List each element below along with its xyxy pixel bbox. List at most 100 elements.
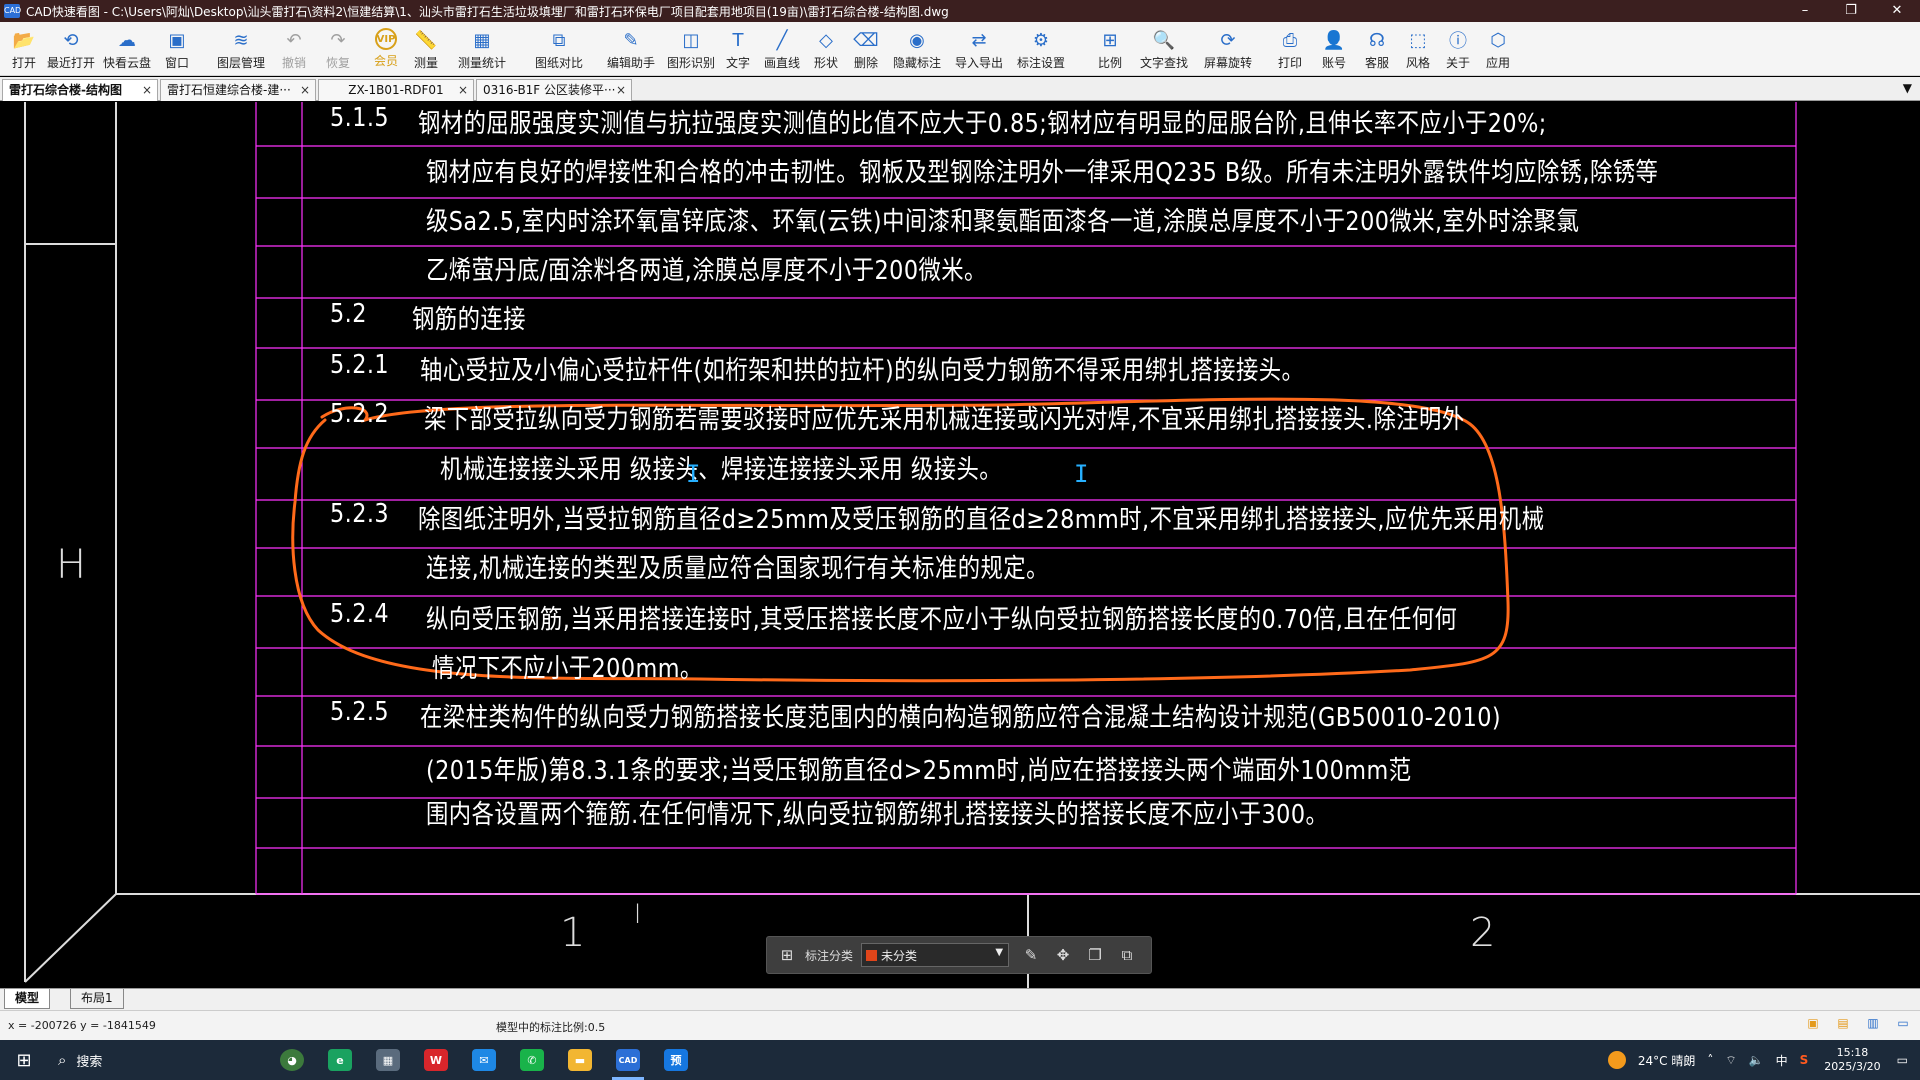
chevron-up-icon[interactable]: ˄ xyxy=(1707,1053,1713,1067)
ime-indicator[interactable]: 中 xyxy=(1776,1052,1788,1069)
paste-annotation-icon[interactable]: ⧉ xyxy=(1115,946,1139,964)
taskbar-app-file-explorer[interactable]: ▬ xyxy=(556,1040,604,1080)
toolbar-button-shape-recognition[interactable]: ◫ 图形识别 xyxy=(664,22,718,76)
volume-icon[interactable]: 🔈 xyxy=(1749,1053,1764,1067)
toolbar-button-scale[interactable]: ⊞ 比例 xyxy=(1088,22,1132,76)
toolbar-button-eraser[interactable]: ⌫ 删除 xyxy=(846,22,886,76)
taskbar-app-wechat[interactable]: ✆ xyxy=(508,1040,556,1080)
tab-close-icon[interactable]: × xyxy=(142,80,152,100)
toolbar-button-edit-assistant[interactable]: ✎ 编辑助手 xyxy=(598,22,664,76)
status-tool-icon[interactable]: ▤ xyxy=(1834,1016,1852,1032)
toolbar-button-line[interactable]: ╱ 画直线 xyxy=(758,22,806,76)
redo-icon: ↷ xyxy=(330,29,346,51)
taskbar-search[interactable]: ⌕ 搜索 xyxy=(48,1040,268,1080)
toolbar-button-annotation-settings[interactable]: ⚙ 标注设置 xyxy=(1010,22,1072,76)
measure-icon: 📏 xyxy=(414,29,438,51)
spec-text-line: (2015年版)第8.3.1条的要求;当受压钢筋直径d>25mm时,尚应在搭接接… xyxy=(426,756,1412,786)
style-icon: ⬚ xyxy=(1409,29,1427,51)
taskbar-app-edge[interactable]: e xyxy=(316,1040,364,1080)
toolbar-button-style[interactable]: ⬚ 风格 xyxy=(1398,22,1438,76)
weather-text[interactable]: 24°C 晴朗 xyxy=(1638,1052,1695,1069)
toolbar-button-measure-stats[interactable]: ▦ 测量统计 xyxy=(454,22,510,76)
tab-architectural-drawing[interactable]: 雷打石恒建综合楼-建··· × xyxy=(160,79,316,101)
copy-annotation-icon[interactable]: ❐ xyxy=(1083,946,1107,964)
toolbar-button-text-search[interactable]: 🔍 文字查找 xyxy=(1132,22,1196,76)
toolbar-button-text[interactable]: T 文字 xyxy=(718,22,758,76)
move-annotation-icon[interactable]: ✥ xyxy=(1051,946,1075,964)
tab-label: 雷打石综合楼-结构图 xyxy=(9,83,122,97)
taskbar-app-bird-app[interactable]: ✉ xyxy=(460,1040,508,1080)
toolbar-button-print[interactable]: ⎙ 打印 xyxy=(1268,22,1312,76)
tab-close-icon[interactable]: × xyxy=(458,80,468,100)
app-window: CAD CAD快速看图 - C:\Users\阿灿\Desktop\汕头雷打石\… xyxy=(0,0,1920,1080)
toolbar-button-folder[interactable]: 📂 打开 xyxy=(4,22,44,76)
toolbar-button-redo[interactable]: ↷ 恢复 xyxy=(316,22,360,76)
tab-zx-drawing[interactable]: ZX-1B01-RDF01 × xyxy=(318,79,474,101)
toolbar-button-window[interactable]: ▣ 窗口 xyxy=(156,22,198,76)
toolbar-button-vip[interactable]: VIP 会员 xyxy=(366,22,406,76)
system-clock[interactable]: 15:18 2025/3/20 xyxy=(1824,1046,1880,1074)
account-icon: 👤 xyxy=(1322,29,1346,51)
folder-icon: 📂 xyxy=(12,29,36,51)
network-icon[interactable]: ⌔ xyxy=(1725,1053,1736,1068)
toolbar-button-apps[interactable]: ⬡ 应用 xyxy=(1478,22,1518,76)
grid-icon[interactable]: ⊞ xyxy=(775,946,799,964)
toolbar-button-import-export[interactable]: ⇄ 导入导出 xyxy=(948,22,1010,76)
taskbar-app-calculator[interactable]: ▦ xyxy=(364,1040,412,1080)
spec-text-line: 乙烯萤丹底/面涂料各两道,涂膜总厚度不小于200微米。 xyxy=(426,256,987,286)
toolbar-button-cloud[interactable]: ☁ 快看云盘 xyxy=(98,22,156,76)
markup-circle-annotation[interactable] xyxy=(291,397,1510,683)
sogou-ime-icon[interactable]: S xyxy=(1800,1053,1809,1067)
maximize-button[interactable]: ❐ xyxy=(1828,0,1874,22)
tab-layout1[interactable]: 布局1 xyxy=(70,989,124,1009)
title-bar[interactable]: CAD CAD快速看图 - C:\Users\阿灿\Desktop\汕头雷打石\… xyxy=(0,0,1920,22)
drawing-canvas[interactable]: 5.1.5 钢材的屈服强度实测值与抗拉强度实测值的比值不应大于0.85;钢材应有明… xyxy=(0,102,1920,988)
toolbar-button-headset[interactable]: ☊ 客服 xyxy=(1356,22,1398,76)
toolbar-label: 测量统计 xyxy=(457,56,506,70)
category-value: 未分类 xyxy=(881,948,918,963)
info-icon: ⓘ xyxy=(1449,31,1467,52)
toolbar-button-hide-annotation[interactable]: ◉ 隐藏标注 xyxy=(886,22,948,76)
taskbar-widget-icon[interactable]: ◕ xyxy=(268,1040,316,1080)
taskbar-app-preview-app[interactable]: 预 xyxy=(652,1040,700,1080)
weather-sun-icon[interactable] xyxy=(1607,1051,1626,1069)
minimize-button[interactable]: – xyxy=(1782,0,1828,22)
toolbar-label: 编辑助手 xyxy=(606,56,655,70)
toolbar-label: 导入导出 xyxy=(954,56,1003,70)
edit-annotation-icon[interactable]: ✎ xyxy=(1019,946,1043,964)
toolbar-button-history[interactable]: ⟲ 最近打开 xyxy=(44,22,98,76)
toolbar-button-info[interactable]: ⓘ 关于 xyxy=(1438,22,1478,76)
status-tool-icon[interactable]: ▥ xyxy=(1864,1016,1882,1032)
tab-list-dropdown-icon[interactable]: ▼ xyxy=(1903,81,1912,95)
annotation-scale-readout: 模型中的标注比例:0.5 xyxy=(496,1021,606,1034)
app-logo-icon: CAD xyxy=(4,4,21,18)
preview-app-icon: 预 xyxy=(664,1049,688,1071)
windows-start-icon[interactable]: ⊞ xyxy=(0,1040,48,1080)
taskbar-app-cad-app[interactable]: CAD xyxy=(604,1040,652,1080)
status-tool-icon[interactable]: ▭ xyxy=(1894,1016,1912,1032)
notification-icon[interactable]: ▭ xyxy=(1897,1053,1908,1067)
calculator-icon: ▦ xyxy=(376,1049,400,1071)
tab-label: ZX-1B01-RDF01 xyxy=(348,83,444,97)
spec-text-line: 围内各设置两个箍筋.在任何情况下,纵向受拉钢筋绑扎搭接接头的搭接长度不应小于30… xyxy=(426,800,1329,830)
status-tool-icon[interactable]: ▣ xyxy=(1804,1016,1822,1032)
tab-b1f-drawing[interactable]: 0316-B1F 公区装修平··· × xyxy=(476,79,632,101)
toolbar-button-measure[interactable]: 📏 测量 xyxy=(406,22,446,76)
toolbar-button-undo[interactable]: ↶ 撤销 xyxy=(272,22,316,76)
tab-model[interactable]: 模型 xyxy=(4,989,51,1009)
tab-close-icon[interactable]: × xyxy=(616,80,626,100)
annotation-settings-icon: ⚙ xyxy=(1032,29,1050,51)
toolbar-button-account[interactable]: 👤 账号 xyxy=(1312,22,1356,76)
close-window-button[interactable]: ✕ xyxy=(1874,0,1920,22)
toolbar-button-layers[interactable]: ≋ 图层管理 xyxy=(210,22,272,76)
frame-line xyxy=(24,893,117,983)
toolbar-button-compare[interactable]: ⧉ 图纸对比 xyxy=(530,22,588,76)
cloud-icon: ☁ xyxy=(118,29,136,51)
tab-structural-drawing[interactable]: 雷打石综合楼-结构图 × xyxy=(2,79,158,101)
toolbar-button-rotate[interactable]: ⟳ 屏幕旋转 xyxy=(1196,22,1260,76)
taskbar-app-wps[interactable]: W xyxy=(412,1040,460,1080)
annotation-category-select[interactable]: 未分类 ▼ xyxy=(861,943,1010,967)
tab-close-icon[interactable]: × xyxy=(300,80,310,100)
spec-text-line: 轴心受拉及小偏心受拉杆件(如桁架和拱的拉杆)的纵向受力钢筋不得采用绑扎搭接接头。 xyxy=(420,356,1305,386)
toolbar-button-shape[interactable]: ◇ 形状 xyxy=(806,22,846,76)
